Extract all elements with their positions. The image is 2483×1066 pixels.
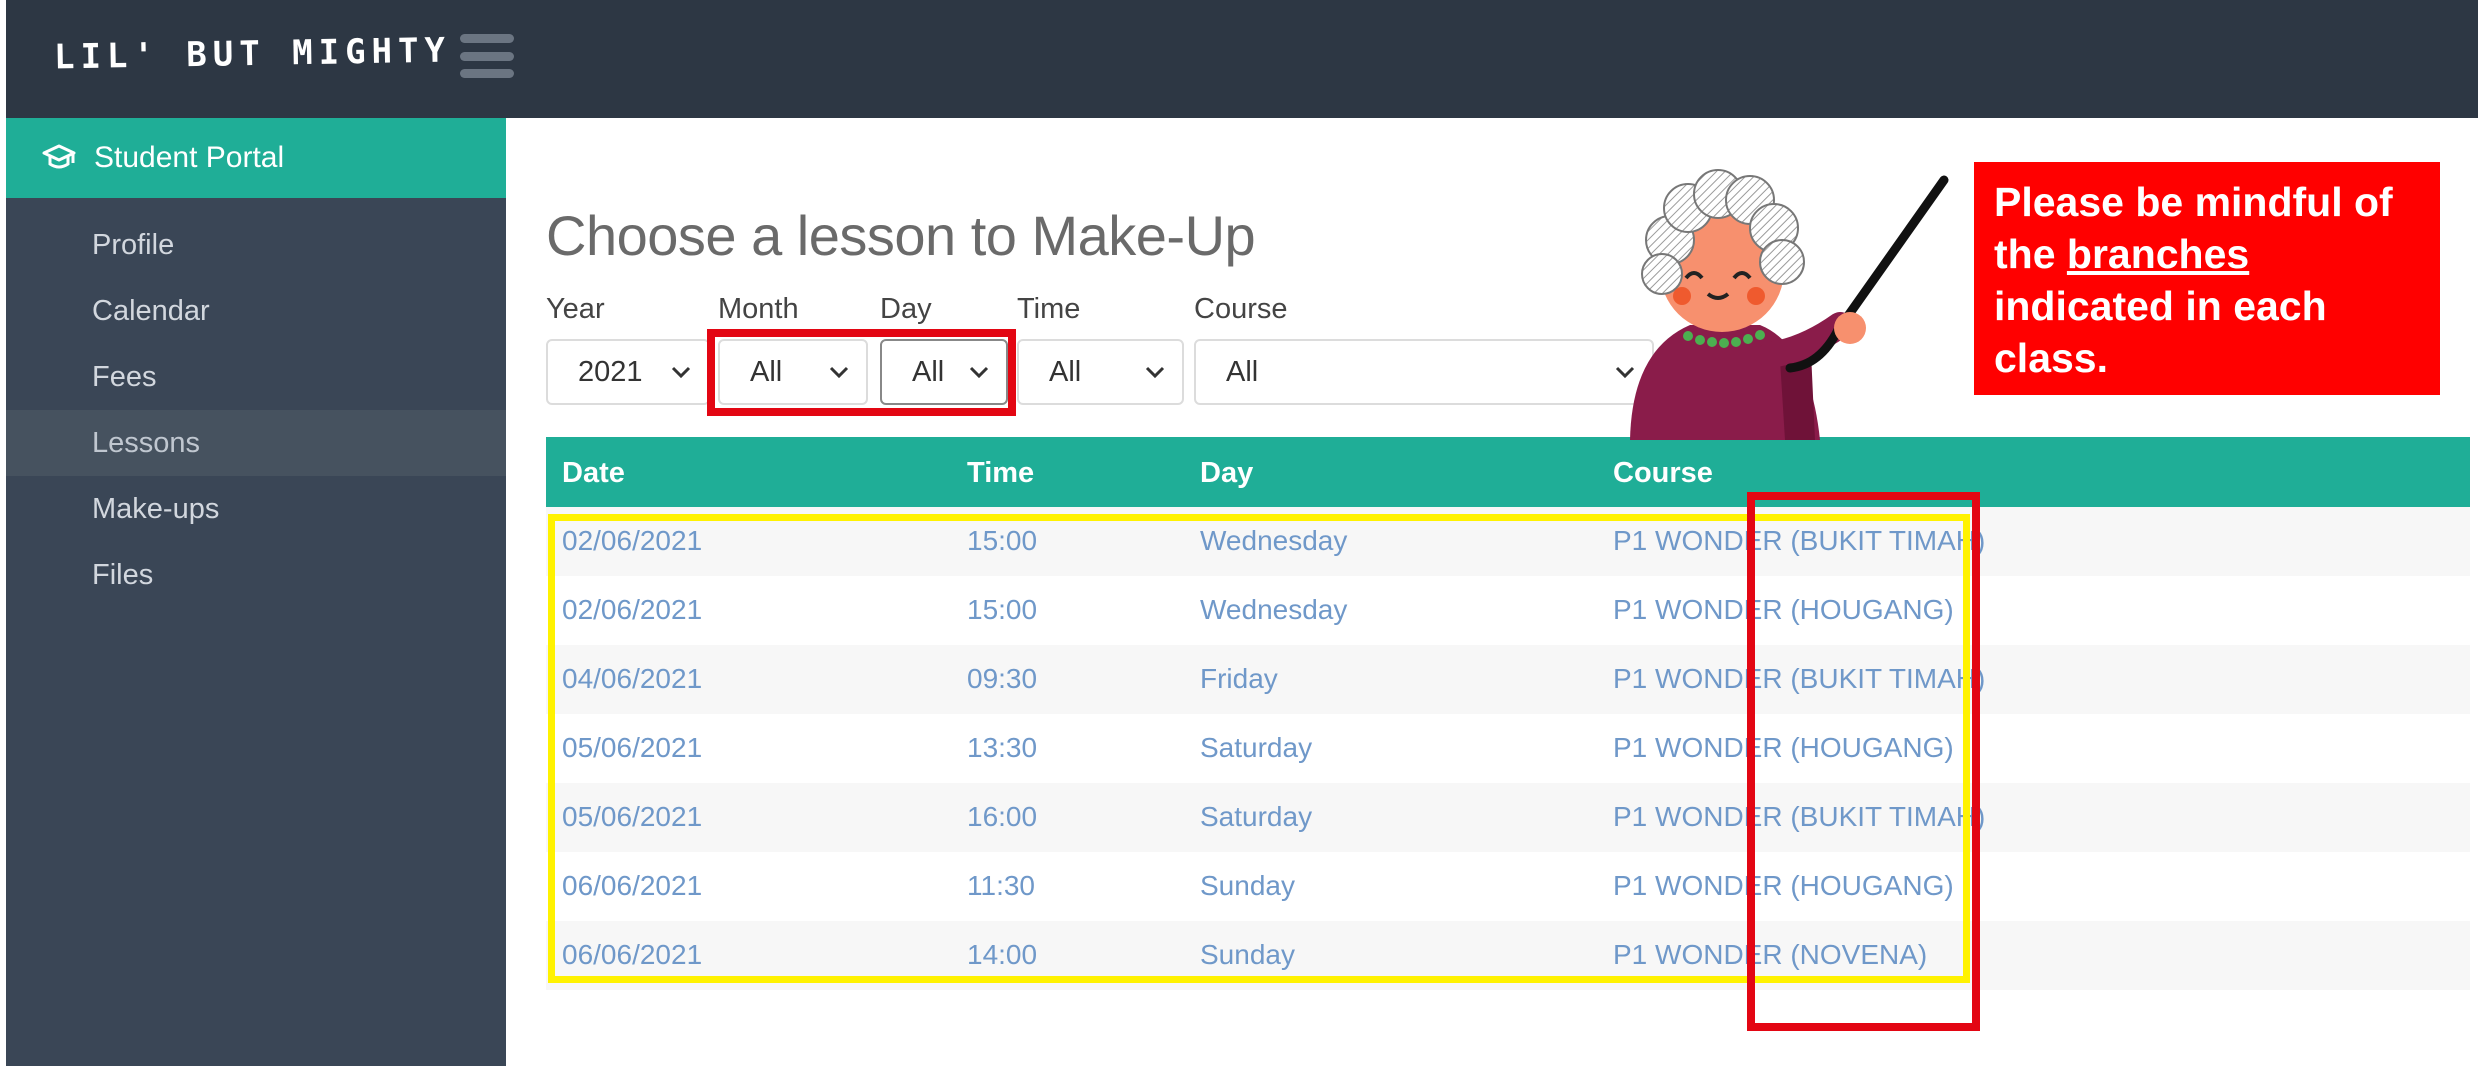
- cell-course[interactable]: P1 WONDER (BUKIT TIMAH): [1613, 801, 1985, 833]
- sidebar-item-make-ups[interactable]: Make-ups: [6, 476, 506, 542]
- cell-day[interactable]: Saturday: [1200, 732, 1312, 764]
- cell-time[interactable]: 14:00: [967, 939, 1037, 971]
- cell-time[interactable]: 11:30: [967, 870, 1035, 902]
- sidebar-item-fees[interactable]: Fees: [6, 344, 506, 410]
- table-row[interactable]: 06/06/2021 11:30 Sunday P1 WONDER (HOUGA…: [546, 852, 2470, 921]
- chevron-down-icon: [1138, 365, 1182, 379]
- notice-line-3: indicated in each: [1994, 283, 2327, 329]
- table-row[interactable]: 05/06/2021 13:30 Saturday P1 WONDER (HOU…: [546, 714, 2470, 783]
- cell-time[interactable]: 09:30: [967, 663, 1037, 695]
- column-header-time: Time: [967, 457, 1035, 489]
- cell-date[interactable]: 04/06/2021: [562, 663, 702, 695]
- branches-notice-callout: Please be mindful of the branches indica…: [1974, 162, 2440, 395]
- menu-toggle-icon[interactable]: [460, 34, 514, 78]
- cell-time[interactable]: 15:00: [967, 525, 1037, 557]
- lessons-table-header: Date Time Day Course: [546, 437, 2470, 507]
- cell-date[interactable]: 06/06/2021: [562, 939, 702, 971]
- table-row[interactable]: 02/06/2021 15:00 Wednesday P1 WONDER (HO…: [546, 576, 2470, 645]
- cell-date[interactable]: 02/06/2021: [562, 525, 702, 557]
- cell-course[interactable]: P1 WONDER (NOVENA): [1613, 939, 1927, 971]
- year-filter-label: Year: [546, 293, 605, 325]
- sidebar-item-files[interactable]: Files: [6, 542, 506, 608]
- teacher-mascot-illustration: [1630, 169, 1949, 440]
- cell-date[interactable]: 05/06/2021: [562, 801, 702, 833]
- sidebar-item-profile[interactable]: Profile: [6, 212, 506, 278]
- cell-course[interactable]: P1 WONDER (BUKIT TIMAH): [1613, 525, 1985, 557]
- course-select[interactable]: All: [1194, 339, 1654, 405]
- chevron-down-icon: [822, 365, 866, 379]
- cell-time[interactable]: 15:00: [967, 594, 1037, 626]
- page-title: Choose a lesson to Make-Up: [546, 204, 1256, 267]
- table-row[interactable]: 06/06/2021 14:00 Sunday P1 WONDER (NOVEN…: [546, 921, 2470, 990]
- notice-line-2: the branches: [1994, 228, 2420, 280]
- notice-the-word: the: [1994, 231, 2056, 277]
- notice-line-1: Please be mindful of: [1994, 179, 2393, 225]
- cell-date[interactable]: 02/06/2021: [562, 594, 702, 626]
- course-filter-label: Course: [1194, 293, 1288, 325]
- year-select-value: 2021: [578, 355, 643, 388]
- sidebar: Student Portal Profile Calendar Fees Les…: [6, 118, 506, 1066]
- sidebar-portal-label: Student Portal: [94, 141, 285, 174]
- column-header-day: Day: [1200, 457, 1254, 489]
- day-select-value: All: [912, 355, 945, 388]
- cell-day[interactable]: Friday: [1200, 663, 1278, 695]
- chevron-down-icon: [664, 365, 708, 379]
- month-select[interactable]: All: [718, 339, 868, 405]
- column-header-date: Date: [562, 457, 625, 489]
- time-select-value: All: [1049, 355, 1082, 388]
- time-select[interactable]: All: [1017, 339, 1184, 405]
- chevron-down-icon: [962, 365, 1006, 379]
- day-select[interactable]: All: [880, 339, 1008, 405]
- sidebar-nav: Profile Calendar Fees Lessons Make-ups F…: [6, 198, 506, 608]
- cell-day[interactable]: Saturday: [1200, 801, 1312, 833]
- cell-course[interactable]: P1 WONDER (HOUGANG): [1613, 732, 1954, 764]
- cell-day[interactable]: Wednesday: [1200, 594, 1347, 626]
- cell-day[interactable]: Wednesday: [1200, 525, 1347, 557]
- cell-course[interactable]: P1 WONDER (HOUGANG): [1613, 594, 1954, 626]
- notice-line-4: class.: [1994, 335, 2108, 381]
- cell-time[interactable]: 16:00: [967, 801, 1037, 833]
- table-row[interactable]: 04/06/2021 09:30 Friday P1 WONDER (BUKIT…: [546, 645, 2470, 714]
- graduation-cap-icon: [42, 144, 76, 169]
- course-select-value: All: [1226, 355, 1259, 388]
- month-select-value: All: [750, 355, 783, 388]
- table-row[interactable]: 05/06/2021 16:00 Saturday P1 WONDER (BUK…: [546, 783, 2470, 852]
- month-filter-label: Month: [718, 293, 799, 325]
- cell-day[interactable]: Sunday: [1200, 939, 1295, 971]
- cell-date[interactable]: 06/06/2021: [562, 870, 702, 902]
- cell-course[interactable]: P1 WONDER (HOUGANG): [1613, 870, 1954, 902]
- column-header-course: Course: [1613, 457, 1713, 489]
- sidebar-item-lessons[interactable]: Lessons: [6, 410, 506, 476]
- cell-time[interactable]: 13:30: [967, 732, 1037, 764]
- top-bar: LIL' BUT MIGHTY: [6, 0, 2478, 118]
- time-filter-label: Time: [1017, 293, 1081, 325]
- sidebar-portal-header[interactable]: Student Portal: [6, 118, 506, 198]
- notice-branches-word: branches: [2066, 231, 2250, 277]
- cell-course[interactable]: P1 WONDER (BUKIT TIMAH): [1613, 663, 1985, 695]
- year-select[interactable]: 2021: [546, 339, 710, 405]
- table-row[interactable]: 02/06/2021 15:00 Wednesday P1 WONDER (BU…: [546, 507, 2470, 576]
- day-filter-label: Day: [880, 293, 932, 325]
- brand-logo[interactable]: LIL' BUT MIGHTY: [54, 31, 452, 78]
- sidebar-item-calendar[interactable]: Calendar: [6, 278, 506, 344]
- cell-date[interactable]: 05/06/2021: [562, 732, 702, 764]
- cell-day[interactable]: Sunday: [1200, 870, 1295, 902]
